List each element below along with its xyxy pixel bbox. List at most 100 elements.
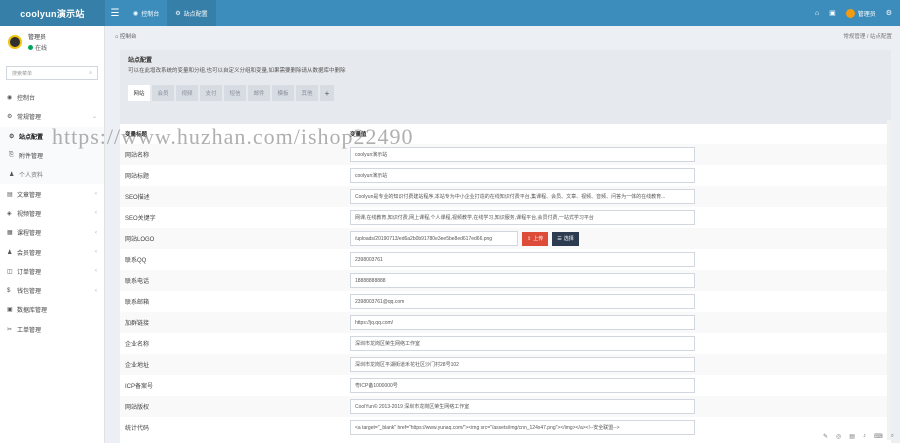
sidebar-item-5[interactable]: ▤ 文章管理 ‹ xyxy=(0,184,104,203)
search-icon[interactable]: ⌕ xyxy=(89,70,92,76)
row-label: 网站版权 xyxy=(125,405,150,411)
sidebar-item-0[interactable]: ◉ 控制台 xyxy=(0,88,104,107)
row-label: 联系电话 xyxy=(125,279,150,285)
column-header-title: 变量标题 xyxy=(125,132,148,138)
config-table: 变量标题 变量值 网站名称 coolyun演示站 网站标题 coolyun演示站 SEO… xyxy=(120,124,891,438)
status-icon-1[interactable]: ✎ xyxy=(823,433,828,440)
upload-label: 上传 xyxy=(533,236,544,242)
table-row: 网站版权 CoolYun© 2013-2019 深圳市龙岗区荣生网络工作室 xyxy=(120,396,891,417)
row-value-input[interactable]: 2398003761@qq.com xyxy=(350,294,695,309)
sidebar-item-3[interactable]: ⎘ 附件管理 xyxy=(0,145,104,166)
sidebar-item-12[interactable]: ✂ 工单管理 xyxy=(0,320,104,339)
tab-2[interactable]: 视频 xyxy=(176,85,198,101)
table-row: 加群链接 https://jq.qq.com/ xyxy=(120,312,891,333)
dollar-icon: $ xyxy=(7,287,11,294)
row-label: 联系邮箱 xyxy=(125,300,150,306)
users-icon: ♟ xyxy=(7,249,13,256)
table-row: SEO关键字 网课,在线教育,知识付费,网上课程,个人课程,视频教学,在线学习,知… xyxy=(120,207,891,228)
row-value-input[interactable]: https://jq.qq.com/ xyxy=(350,315,695,330)
add-tab-button[interactable]: + xyxy=(320,85,334,101)
sidebar-toggle-icon[interactable]: ☰ xyxy=(105,8,125,19)
table-row: 网站LOGO/uploads/20190713/ed6a2b0b91780e3e… xyxy=(120,228,891,249)
status-icon-6[interactable]: ⌕ xyxy=(891,433,894,440)
tab-0[interactable]: 网站 xyxy=(128,85,150,101)
row-value-input[interactable]: 18888888888 xyxy=(350,273,695,288)
chevron-icon: ‹ xyxy=(95,229,97,236)
tab-4[interactable]: 短信 xyxy=(224,85,246,101)
sidebar-item-6[interactable]: ◈ 视频管理 ‹ xyxy=(0,204,104,223)
row-value-input[interactable]: /uploads/20190713/ed6a2b0b91780e3ee5be8e… xyxy=(350,231,518,246)
sidebar-item-label: 文章管理 xyxy=(17,192,42,199)
chevron-icon: ‹ xyxy=(95,191,97,198)
user-icon: ♟ xyxy=(9,172,15,179)
chevron-icon: ‹ xyxy=(95,249,97,256)
sidebar-item-4[interactable]: ♟ 个人资料 xyxy=(0,165,104,185)
sidebar-search-input[interactable]: 搜索菜单 ⌕ xyxy=(6,66,98,80)
topnav-tab-0[interactable]: ◉ 控制台 xyxy=(125,0,167,26)
sidebar-item-1[interactable]: ⚙ 常规管理 ⌄ xyxy=(0,107,104,126)
row-value-input[interactable]: coolyun演示站 xyxy=(350,147,695,162)
sidebar-menu: ◉ 控制台 ⚙ 常规管理 ⌄ ⚙ 站点配置 ⎘ 附件管理 ♟ 个人资料 ▤ 文章管理 ‹ ◈ 视频管理 ‹ ▦ 课程… xyxy=(0,88,104,339)
row-value-input[interactable]: 深圳市龙岗区荣生网络工作室 xyxy=(350,336,695,351)
table-row: 联系QQ 2398003761 xyxy=(120,249,891,270)
tab-6[interactable]: 模板 xyxy=(272,85,294,101)
tools-icon: ✂ xyxy=(7,326,13,333)
settings-icon[interactable]: ⚙ xyxy=(886,9,892,17)
top-right-tools: ⌂ ▣ 管理员 ⚙ xyxy=(815,8,900,18)
row-value-input[interactable]: 深圳市龙岗区平湖街道禾花社区沙门村28号102 xyxy=(350,357,695,372)
row-label: SEO描述 xyxy=(125,195,150,201)
sidebar-item-label: 控制台 xyxy=(17,96,36,103)
chevron-icon: ‹ xyxy=(95,268,97,275)
chevron-icon: ⌄ xyxy=(91,114,97,121)
sidebar-item-11[interactable]: ▣ 数据库管理 xyxy=(0,300,104,319)
breadcrumb: ⌂ 控制台 常规管理 / 站点配置 xyxy=(112,26,900,45)
panel-header: 站点配置 可以在此增改系统的变量和分组,也可以自定义分组和变量,如果需要删除请从… xyxy=(120,50,891,124)
row-value-input[interactable]: 粤ICP备1000000号 xyxy=(350,378,695,393)
trash-icon[interactable]: ▣ xyxy=(829,9,836,17)
chevron-icon: ‹ xyxy=(95,287,97,294)
sidebar-item-label: 附件管理 xyxy=(19,154,44,161)
scrollbar[interactable] xyxy=(887,120,891,440)
sidebar-item-7[interactable]: ▦ 课程管理 ‹ xyxy=(0,223,104,242)
sidebar-item-9[interactable]: ◫ 订单管理 ‹ xyxy=(0,262,104,281)
user-name: 管理员 xyxy=(28,35,47,41)
topnav-tab-1[interactable]: ⚙ 站点配置 xyxy=(167,0,216,26)
breadcrumb-home[interactable]: ⌂ 控制台 xyxy=(115,32,136,40)
online-dot-icon xyxy=(28,45,33,50)
status-icon-4[interactable]: ♪ xyxy=(863,433,866,440)
status-icon-2[interactable]: ◎ xyxy=(836,433,841,440)
status-icon-5[interactable]: ⌨ xyxy=(874,433,883,440)
row-value-input[interactable]: Coolyun是专业的知识付费建站程序,本站专为中小企业打造的在线知识付费平台,… xyxy=(350,189,695,204)
sidebar-item-8[interactable]: ♟ 会员管理 ‹ xyxy=(0,242,104,261)
status-icon-3[interactable]: ▤ xyxy=(849,433,855,440)
select-button[interactable]: ☰ 选择 xyxy=(552,231,579,246)
sidebar-item-label: 课程管理 xyxy=(17,231,42,238)
tab-7[interactable]: 其他 xyxy=(296,85,318,101)
sidebar-item-2[interactable]: ⚙ 站点配置 xyxy=(0,126,104,146)
sidebar-item-label: 常规管理 xyxy=(17,115,42,122)
brand-logo[interactable]: coolyun演示站 xyxy=(0,0,105,26)
table-row: 网站名称 coolyun演示站 xyxy=(120,144,891,165)
table-row: 统计代码 <a target="_blank" href="https://www… xyxy=(120,417,891,438)
upload-button[interactable]: ⇪ 上传 xyxy=(522,231,549,246)
cogs-icon: ⚙ xyxy=(7,114,13,121)
row-value-input[interactable]: 网课,在线教育,知识付费,网上课程,个人课程,视频教学,在线学习,知识服务,课程… xyxy=(350,210,695,225)
tab-5[interactable]: 邮件 xyxy=(248,85,270,101)
sidebar-item-label: 数据库管理 xyxy=(17,308,48,315)
row-label: 联系QQ xyxy=(125,258,147,264)
row-label: 网站标题 xyxy=(125,174,150,180)
row-value-input[interactable]: 2398003761 xyxy=(350,252,695,267)
row-value-input[interactable]: CoolYun© 2013-2019 深圳市龙岗区荣生网络工作室 xyxy=(350,399,695,414)
paperclip-icon: ⎘ xyxy=(9,152,14,159)
row-value-input[interactable]: coolyun演示站 xyxy=(350,168,695,183)
tab-1[interactable]: 会员 xyxy=(152,85,174,101)
user-status: 在线 xyxy=(28,43,47,52)
row-value-input[interactable]: <a target="_blank" href="https://www.yun… xyxy=(350,420,695,435)
upload-icon: ⇪ xyxy=(527,235,532,242)
sidebar-item-10[interactable]: $ 钱包管理 ‹ xyxy=(0,281,104,300)
tab-3[interactable]: 支付 xyxy=(200,85,222,101)
user-menu[interactable]: 管理员 xyxy=(845,8,876,18)
row-label: 企业地址 xyxy=(125,363,150,369)
main-content: ⌂ 控制台 常规管理 / 站点配置 站点配置 可以在此增改系统的变量和分组,也可… xyxy=(112,26,900,443)
home-icon[interactable]: ⌂ xyxy=(815,10,819,17)
